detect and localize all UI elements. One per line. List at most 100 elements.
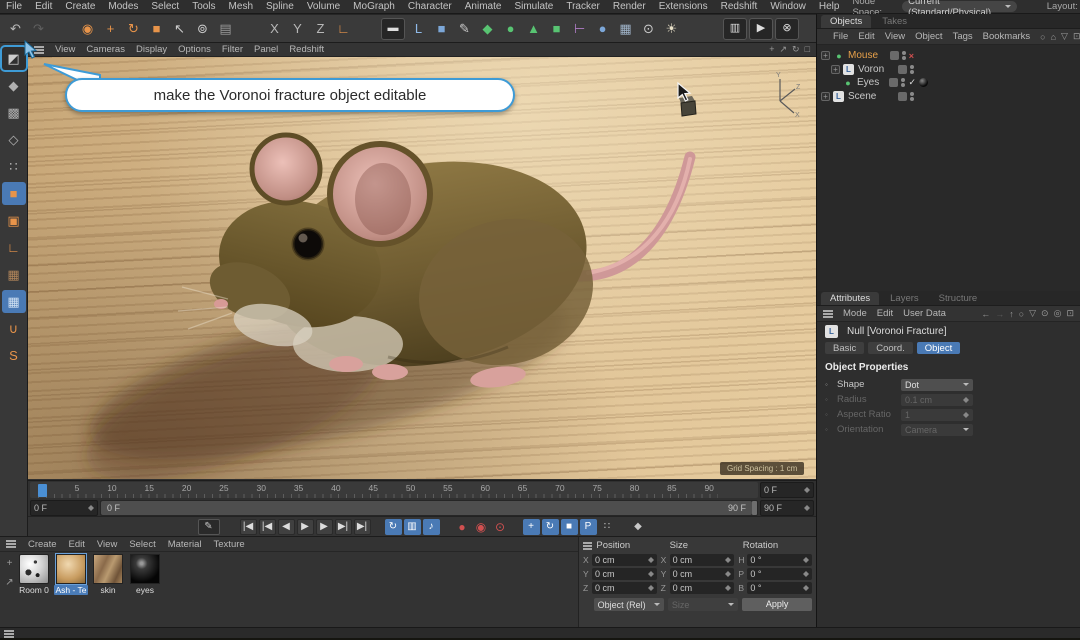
record-rotation-icon[interactable]: ↻ bbox=[542, 519, 559, 535]
object-row-scene[interactable]: + L Scene bbox=[817, 90, 1080, 104]
menubar-item[interactable]: Select bbox=[151, 1, 179, 12]
layer-chip-icon[interactable] bbox=[898, 92, 907, 101]
next-key-icon[interactable]: ▶| bbox=[335, 519, 352, 535]
polygons-mode-icon[interactable]: ■ bbox=[2, 182, 26, 205]
workplane-mode-icon[interactable]: ◇ bbox=[2, 128, 26, 151]
render-active-view-icon[interactable]: ▬ bbox=[381, 18, 405, 40]
menubar-item[interactable]: Window bbox=[770, 1, 806, 12]
viewport-menu-item[interactable]: View bbox=[55, 44, 75, 55]
menubar-item[interactable]: Spline bbox=[266, 1, 294, 12]
menubar-item[interactable]: Simulate bbox=[514, 1, 553, 12]
playhead[interactable] bbox=[38, 484, 47, 497]
range-start-field[interactable]: 0 F bbox=[30, 500, 98, 516]
menubar-item[interactable]: Edit bbox=[35, 1, 52, 12]
up-icon[interactable]: ↑ bbox=[1009, 309, 1014, 319]
menubar-item[interactable]: Tools bbox=[192, 1, 215, 12]
tab-object[interactable]: Object bbox=[917, 342, 960, 354]
object-manager-menu-item[interactable]: Object bbox=[915, 31, 942, 42]
material-item[interactable]: eyes bbox=[128, 554, 162, 595]
menubar-item[interactable]: MoGraph bbox=[353, 1, 395, 12]
viewport-menu-item[interactable]: Cameras bbox=[86, 44, 125, 55]
coordinate-mode-dropdown[interactable]: Object (Rel) bbox=[594, 598, 664, 611]
size-z-field[interactable]: 0 cm bbox=[670, 582, 735, 594]
open-material-icon[interactable]: ↗ bbox=[5, 577, 13, 588]
record-pla-icon[interactable]: ∷ bbox=[599, 519, 616, 535]
visibility-dots-icon[interactable] bbox=[902, 51, 906, 60]
loop-icon[interactable]: ↻ bbox=[385, 519, 402, 535]
show-tracks-icon[interactable]: ▥ bbox=[404, 519, 421, 535]
record-scale-icon[interactable]: ■ bbox=[561, 519, 578, 535]
layer-chip-icon[interactable] bbox=[889, 78, 898, 87]
tab-takes[interactable]: Takes bbox=[873, 15, 916, 28]
rotation-p-field[interactable]: 0 ° bbox=[747, 568, 812, 580]
autokey-icon[interactable]: ◉ bbox=[473, 519, 490, 535]
rotate-view-icon[interactable]: ↻ bbox=[792, 44, 800, 55]
snap-magnet-icon[interactable]: ∪ bbox=[2, 317, 26, 340]
material-thumbnail[interactable] bbox=[130, 554, 160, 584]
go-to-end-icon[interactable]: ▶| bbox=[354, 519, 371, 535]
visibility-dots-icon[interactable] bbox=[910, 65, 914, 74]
cube-primitive-icon[interactable]: ■ bbox=[430, 17, 453, 40]
menubar-item[interactable]: Tracker bbox=[566, 1, 600, 12]
render-picture-viewer-icon[interactable]: ▶ bbox=[749, 18, 773, 40]
snap-workplane-icon[interactable]: ▦ bbox=[2, 290, 26, 313]
tab-structure[interactable]: Structure bbox=[930, 292, 987, 305]
texture-tag-icon[interactable] bbox=[919, 78, 928, 87]
keyframe-paint-icon[interactable]: ✎ bbox=[198, 519, 220, 535]
toggle-view-icon[interactable]: □ bbox=[805, 44, 810, 55]
previous-key-icon[interactable]: |◀ bbox=[259, 519, 276, 535]
expand-icon[interactable]: + bbox=[821, 51, 830, 60]
layer-chip-icon[interactable] bbox=[890, 51, 899, 60]
rotation-h-field[interactable]: 0 ° bbox=[747, 554, 812, 566]
cloner-icon[interactable]: ◆ bbox=[476, 17, 499, 40]
viewport-menu-item[interactable]: Filter bbox=[222, 44, 243, 55]
viewport-canvas[interactable]: make the Voronoi fracture object editabl… bbox=[28, 57, 816, 479]
current-frame-field[interactable]: 0 F bbox=[760, 482, 814, 498]
floor-icon[interactable]: ▦ bbox=[614, 17, 637, 40]
disable-icon[interactable]: × bbox=[909, 51, 914, 61]
material-menu-item[interactable]: Texture bbox=[214, 539, 245, 550]
record-position-icon[interactable]: + bbox=[523, 519, 540, 535]
zoom-view-icon[interactable]: ↗ bbox=[779, 44, 787, 55]
viewport-menu-item[interactable]: Options bbox=[178, 44, 211, 55]
redo-icon[interactable]: ↷ bbox=[27, 17, 50, 40]
material-thumbnail[interactable] bbox=[56, 554, 86, 584]
tab-attributes[interactable]: Attributes bbox=[821, 292, 879, 305]
model-mode-icon[interactable]: ◆ bbox=[2, 74, 26, 97]
record-keyframe-icon[interactable]: ● bbox=[454, 519, 471, 535]
snap-settings-icon[interactable]: ⊚ bbox=[191, 17, 214, 40]
play-icon[interactable]: ▶ bbox=[297, 519, 314, 535]
rotation-b-field[interactable]: 0 ° bbox=[747, 582, 812, 594]
tweak-tool-icon[interactable]: ↖ bbox=[168, 17, 191, 40]
voronoi-fracture-icon[interactable]: ● bbox=[499, 17, 522, 40]
live-selection-tool-icon[interactable]: ◉ bbox=[76, 17, 99, 40]
size-y-field[interactable]: 0 cm bbox=[670, 568, 735, 580]
attribute-menu-item[interactable]: Edit bbox=[877, 308, 893, 319]
material-menu-item[interactable]: Edit bbox=[69, 539, 85, 550]
menubar-item[interactable]: Character bbox=[408, 1, 452, 12]
apply-button[interactable]: Apply bbox=[742, 598, 812, 611]
quantize-icon[interactable]: S bbox=[2, 344, 26, 367]
spline-pen-icon[interactable]: ✎ bbox=[453, 17, 476, 40]
preview-range-slider[interactable]: 0 F90 F bbox=[100, 500, 758, 516]
attribute-menu-item[interactable]: User Data bbox=[903, 308, 946, 319]
go-to-start-icon[interactable]: |◀ bbox=[240, 519, 257, 535]
menubar-item[interactable]: Animate bbox=[465, 1, 502, 12]
expand-icon[interactable]: + bbox=[821, 92, 830, 101]
tab-basic[interactable]: Basic bbox=[825, 342, 864, 354]
material-menu-item[interactable]: Material bbox=[168, 539, 202, 550]
spinner-icon[interactable] bbox=[804, 502, 810, 514]
menubar-item[interactable]: Mesh bbox=[229, 1, 253, 12]
spinner-icon[interactable] bbox=[88, 502, 94, 514]
add-material-icon[interactable]: + bbox=[7, 558, 13, 569]
menubar-item[interactable]: Create bbox=[65, 1, 95, 12]
lock-icon[interactable]: ⊙ bbox=[1041, 308, 1049, 319]
material-thumbnail[interactable] bbox=[19, 554, 49, 584]
position-x-field[interactable]: 0 cm bbox=[592, 554, 657, 566]
y-axis-lock-icon[interactable]: Y bbox=[286, 17, 309, 40]
viewport-menu-item[interactable]: Display bbox=[136, 44, 167, 55]
menubar-item[interactable]: File bbox=[6, 1, 22, 12]
material-item[interactable]: Ash - Te bbox=[54, 554, 88, 595]
axis-mode-icon[interactable]: ∟ bbox=[2, 236, 26, 259]
node-space-dropdown[interactable]: Current (Standard/Physical) bbox=[902, 1, 1017, 12]
